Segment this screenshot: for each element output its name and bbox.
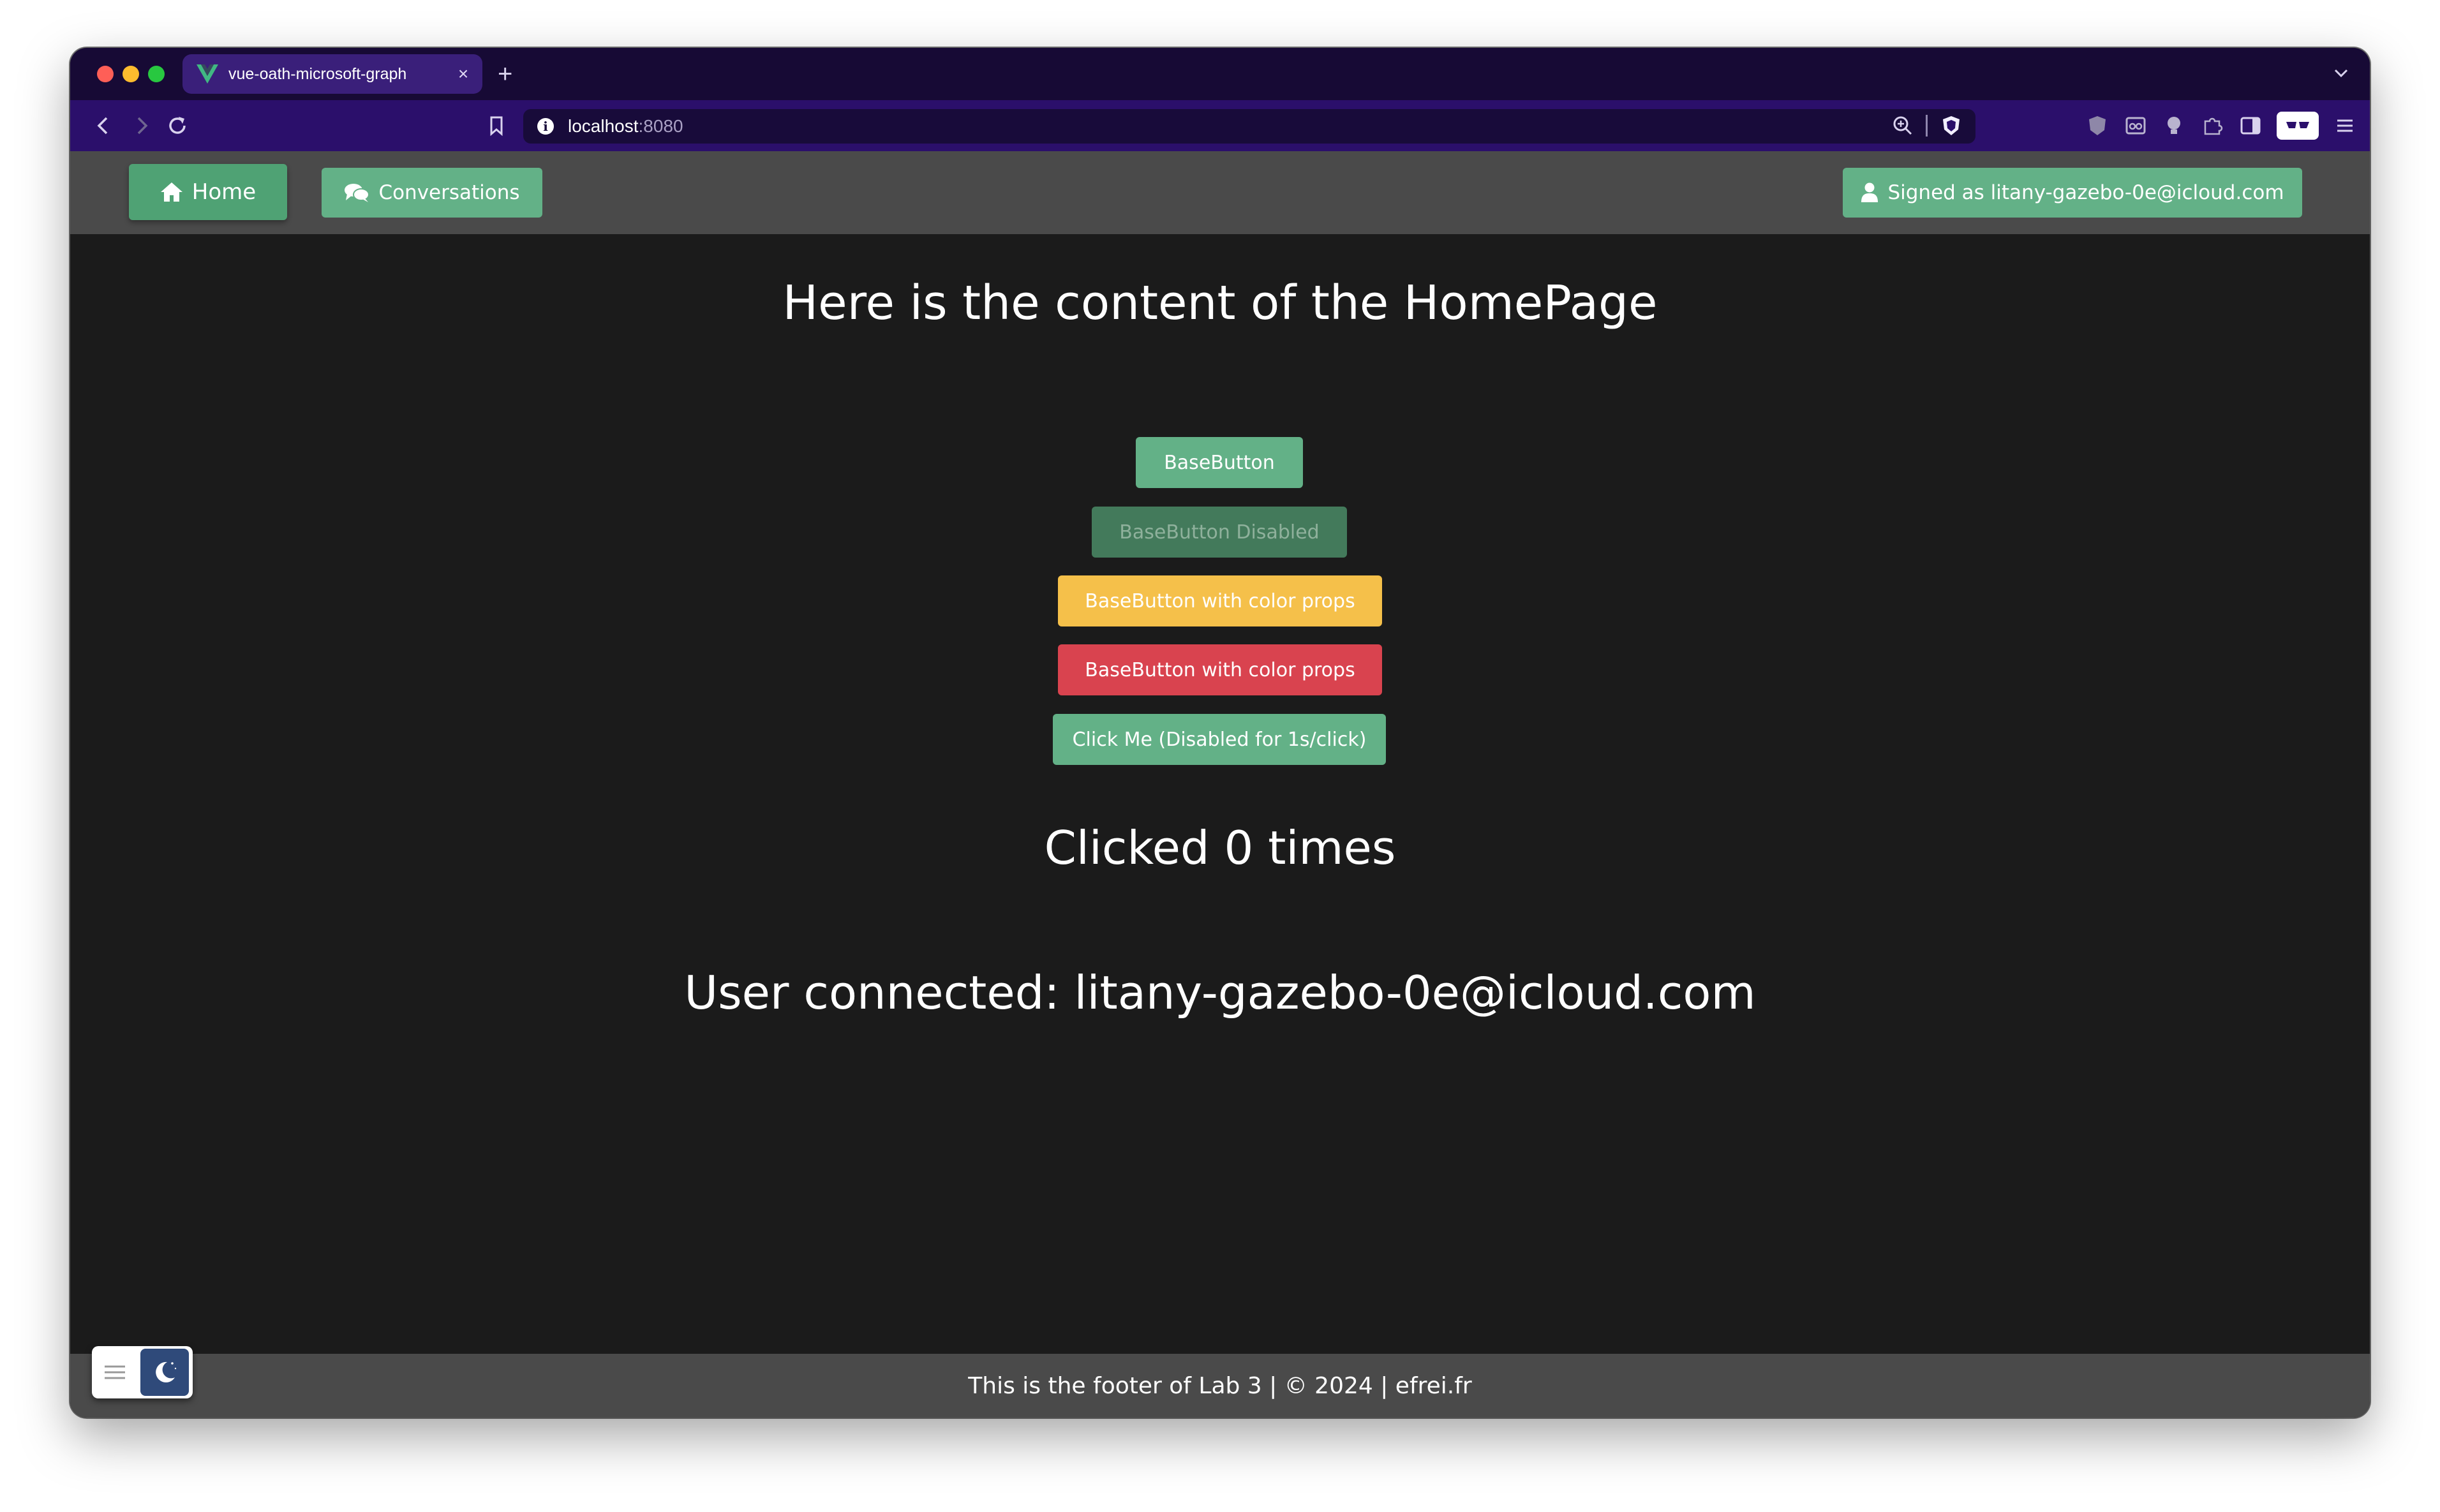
hamburger-icon — [105, 1365, 125, 1379]
url-port: :8080 — [638, 116, 683, 136]
close-window-button[interactable] — [97, 66, 114, 82]
extensions-area — [2085, 112, 2357, 140]
bookmark-icon[interactable] — [482, 112, 510, 140]
tab-close-icon[interactable]: × — [450, 64, 476, 84]
footer-text: This is the footer of Lab 3 | © 2024 | e… — [968, 1372, 1472, 1399]
back-icon[interactable] — [89, 112, 117, 140]
site-info-icon[interactable]: i — [537, 118, 554, 135]
minimize-window-button[interactable] — [123, 66, 139, 82]
bulb-extension-icon[interactable] — [2162, 114, 2186, 138]
theme-toggle[interactable] — [92, 1346, 193, 1398]
puzzle-icon[interactable] — [2200, 114, 2224, 138]
sidebar-icon[interactable] — [2238, 114, 2263, 138]
user-connected-text: User connected: litany-gazebo-0e@icloud.… — [684, 966, 1756, 1019]
web-page: Home Conversations Signed as litany-gaze… — [70, 151, 2370, 1418]
page-title: Here is the content of the HomePage — [782, 276, 1658, 330]
browser-window: vue-oath-microsoft-graph × + i localhost… — [70, 48, 2370, 1418]
address-bar: i localhost :8080 — [70, 100, 2370, 151]
brave-shield-icon[interactable] — [1940, 114, 1963, 137]
light-mode-option[interactable] — [92, 1346, 138, 1398]
base-button[interactable]: BaseButton — [1136, 437, 1303, 488]
home-button[interactable]: Home — [129, 164, 287, 220]
moon-icon — [156, 1361, 177, 1382]
url-actions — [1891, 114, 1963, 137]
home-icon — [160, 182, 182, 202]
new-tab-button[interactable]: + — [498, 57, 512, 91]
divider — [1926, 115, 1928, 137]
base-button-yellow[interactable]: BaseButton with color props — [1058, 575, 1382, 626]
base-button-red[interactable]: BaseButton with color props — [1058, 644, 1382, 695]
reader-extension-button[interactable] — [2277, 112, 2319, 140]
shield-extension-icon[interactable] — [2085, 114, 2109, 138]
conversations-button[interactable]: Conversations — [322, 168, 542, 218]
vue-logo-icon — [197, 64, 218, 84]
dark-mode-option[interactable] — [140, 1349, 189, 1396]
glasses-icon — [2286, 122, 2309, 128]
forward-icon[interactable] — [128, 112, 156, 140]
reload-icon[interactable] — [163, 112, 191, 140]
conversations-button-label: Conversations — [378, 181, 520, 204]
click-counter: Clicked 0 times — [1044, 821, 1396, 875]
home-button-label: Home — [191, 179, 257, 205]
tab-bar: vue-oath-microsoft-graph × + — [70, 48, 2370, 100]
tab-title: vue-oath-microsoft-graph — [228, 64, 407, 83]
zoom-icon[interactable] — [1891, 114, 1914, 137]
url-host: localhost — [568, 116, 639, 136]
signed-in-label: Signed as litany-gazebo-0e@icloud.com — [1887, 181, 2284, 204]
image-extension-icon[interactable] — [2124, 114, 2148, 138]
user-icon — [1861, 182, 1878, 202]
base-button-disabled: BaseButton Disabled — [1092, 507, 1347, 558]
chevron-down-icon[interactable] — [2330, 62, 2352, 84]
signed-in-user-button[interactable]: Signed as litany-gazebo-0e@icloud.com — [1843, 168, 2302, 218]
top-navigation: Home Conversations Signed as litany-gaze… — [70, 151, 2370, 234]
menu-icon[interactable] — [2333, 114, 2357, 138]
maximize-window-button[interactable] — [148, 66, 165, 82]
click-me-button[interactable]: Click Me (Disabled for 1s/click) — [1053, 714, 1386, 765]
page-footer: This is the footer of Lab 3 | © 2024 | e… — [70, 1354, 2370, 1418]
browser-tab[interactable]: vue-oath-microsoft-graph × — [182, 54, 482, 94]
url-field[interactable]: i localhost :8080 — [523, 109, 1975, 144]
comments-icon — [345, 184, 370, 202]
